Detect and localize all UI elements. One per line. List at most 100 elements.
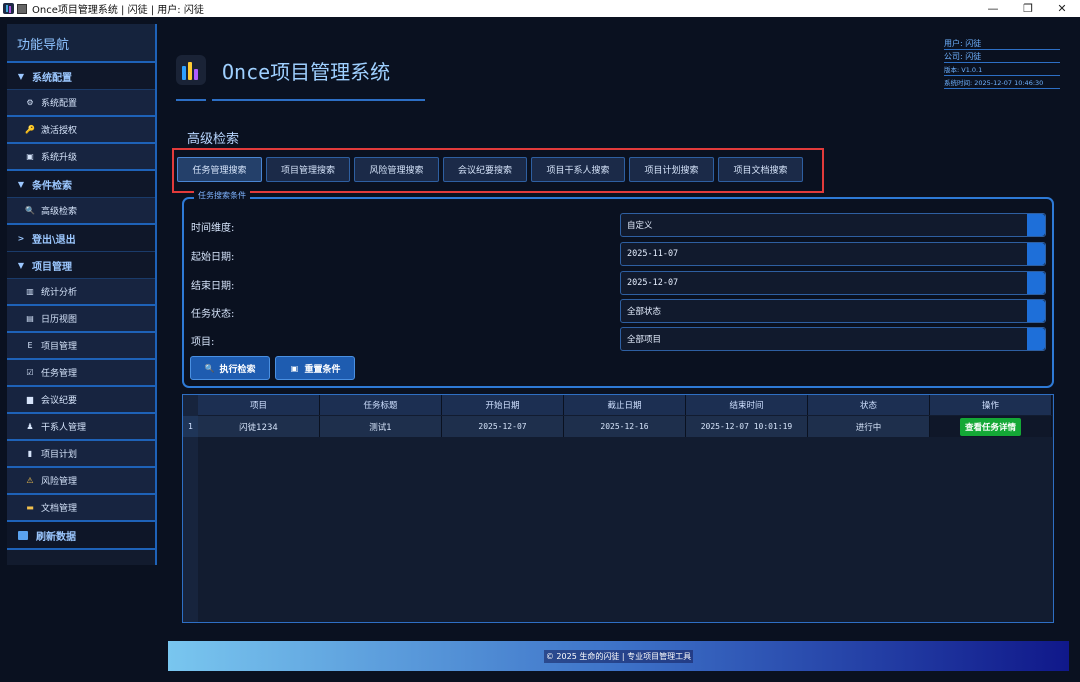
column-header-due-date[interactable]: 截止日期: [564, 395, 686, 415]
cell-end-time: 2025-12-07 10:01:19: [686, 416, 808, 437]
maximize-button[interactable]: ❐: [1010, 0, 1046, 17]
time-dimension-select[interactable]: 自定义: [620, 213, 1046, 237]
column-header-action[interactable]: 操作: [930, 395, 1052, 415]
sidebar-item-label: 系统配置: [41, 99, 78, 109]
column-header-status[interactable]: 状态: [808, 395, 930, 415]
dropdown-arrow-icon[interactable]: [1027, 214, 1045, 236]
calendar-dropdown-icon[interactable]: [1027, 272, 1045, 294]
sidebar-item-activation[interactable]: 🔑 激活授权: [7, 117, 155, 144]
sidebar-item-label: 干系人管理: [41, 423, 87, 433]
sidebar-group-project-management[interactable]: ▼ 项目管理: [7, 252, 155, 279]
column-header-start-date[interactable]: 开始日期: [442, 395, 564, 415]
sidebar-item-projects[interactable]: Ε 项目管理: [7, 333, 155, 360]
section-title: 高级检索: [187, 132, 240, 147]
checkbox-icon: ☑: [26, 368, 34, 377]
sidebar-item-tasks[interactable]: ☑ 任务管理: [7, 360, 155, 387]
sidebar-header: 功能导航: [7, 24, 155, 63]
window-icon: [17, 3, 27, 14]
company-label: 公司: 闪徒: [944, 51, 1060, 63]
calendar-dropdown-icon[interactable]: [1027, 243, 1045, 265]
project-value: 全部项目: [627, 335, 662, 345]
table-header: 项目 任务标题 开始日期 截止日期 结束时间 状态 操作: [198, 395, 1052, 415]
user-label: 用户: 闪徒: [944, 38, 1060, 50]
chevron-right-icon: >: [17, 233, 25, 243]
view-task-detail-button[interactable]: 查看任务详情: [959, 417, 1021, 436]
upgrade-icon: ▣: [26, 152, 34, 161]
project-label: 项目:: [191, 337, 215, 348]
start-date-label: 起始日期:: [191, 252, 235, 263]
cell-status: 进行中: [808, 416, 930, 437]
sidebar-item-stakeholders[interactable]: ♟ 干系人管理: [7, 414, 155, 441]
app-logo: [176, 55, 206, 85]
sidebar-item-label: 激活授权: [41, 126, 78, 136]
sidebar-item-label: 会议纪要: [41, 396, 78, 406]
end-date-field[interactable]: 2025-12-07: [620, 271, 1046, 295]
column-header-end-time[interactable]: 结束时间: [686, 395, 808, 415]
page-title: Once项目管理系统: [222, 60, 391, 84]
tab-project-search[interactable]: 项目管理搜索: [266, 157, 350, 182]
sidebar-group-conditional-search[interactable]: ▼ 条件检索: [7, 171, 155, 198]
minimize-button[interactable]: —: [975, 0, 1011, 17]
task-status-label: 任务状态:: [191, 309, 235, 320]
search-icon: 🔍: [204, 363, 215, 373]
warning-icon: ⚠: [26, 476, 34, 485]
sidebar-item-calendar[interactable]: ▤ 日历视图: [7, 306, 155, 333]
tab-task-search[interactable]: 任务管理搜索: [177, 157, 262, 182]
execute-search-button[interactable]: 🔍 执行检索: [190, 356, 270, 380]
sidebar-item-label: 项目管理: [41, 342, 78, 352]
sidebar-group-label: 系统配置: [32, 72, 72, 84]
sidebar-group-logout[interactable]: > 登出\退出: [7, 225, 155, 252]
tab-plan-search[interactable]: 项目计划搜索: [629, 157, 714, 182]
reset-icon: ▣: [290, 363, 299, 373]
execute-search-label: 执行检索: [219, 364, 256, 375]
dropdown-arrow-icon[interactable]: [1027, 328, 1045, 350]
window-title: Once项目管理系统 | 闪徒 | 用户: 闪徒: [32, 5, 204, 16]
tab-document-search[interactable]: 项目文档搜索: [718, 157, 803, 182]
sidebar-item-label: 文档管理: [41, 504, 78, 514]
refresh-icon: [18, 530, 28, 540]
document-icon: ▆: [26, 395, 34, 404]
refresh-label: 刷新数据: [36, 531, 76, 543]
sidebar-item-documents[interactable]: ▬ 文档管理: [7, 495, 155, 522]
cell-due-date: 2025-12-16: [564, 416, 686, 437]
time-dimension-value: 自定义: [627, 221, 653, 231]
table-row[interactable]: 闪徒1234 测试1 2025-12-07 2025-12-16 2025-12…: [198, 416, 1052, 437]
criteria-legend: 任务搜索条件: [194, 190, 250, 201]
sidebar-item-statistics[interactable]: ▥ 统计分析: [7, 279, 155, 306]
sidebar-item-system-config[interactable]: ⚙ 系统配置: [7, 90, 155, 117]
cell-action: 查看任务详情: [930, 416, 1052, 437]
tab-meeting-search[interactable]: 会议纪要搜索: [443, 157, 527, 182]
footer-text: © 2025 生命的闪徒 | 专业项目管理工具: [543, 649, 694, 663]
start-date-field[interactable]: 2025-11-07: [620, 242, 1046, 266]
clipboard-icon: ▮: [27, 449, 33, 458]
end-date-value: 2025-12-07: [627, 278, 679, 288]
sidebar-item-plans[interactable]: ▮ 项目计划: [7, 441, 155, 468]
sidebar-group-system-config[interactable]: ▼ 系统配置: [7, 63, 155, 90]
calendar-icon: ▤: [26, 314, 34, 323]
project-select[interactable]: 全部项目: [620, 327, 1046, 351]
sidebar-group-label: 登出\退出: [32, 234, 76, 246]
sidebar-item-label: 日历视图: [41, 315, 78, 325]
sidebar-item-meetings[interactable]: ▆ 会议纪要: [7, 387, 155, 414]
sidebar-item-advanced-search[interactable]: 🔍 高级检索: [7, 198, 155, 225]
sidebar-item-risks[interactable]: ⚠ 风险管理: [7, 468, 155, 495]
user-info-panel: 用户: 闪徒 公司: 闪徒 版本: V1.0.1 系统时间: 2025-12-0…: [944, 38, 1060, 90]
tab-risk-search[interactable]: 风险管理搜索: [354, 157, 439, 182]
close-button[interactable]: ✕: [1044, 0, 1080, 17]
sidebar-item-label: 高级检索: [41, 207, 78, 217]
tab-stakeholder-search[interactable]: 项目干系人搜索: [531, 157, 625, 182]
column-header-project[interactable]: 项目: [198, 395, 320, 415]
sidebar-item-upgrade[interactable]: ▣ 系统升级: [7, 144, 155, 171]
window-titlebar: Once项目管理系统 | 闪徒 | 用户: 闪徒: [0, 0, 1080, 17]
system-time-label: 系统时间: 2025-12-07 10:46:30: [944, 77, 1060, 89]
task-status-select[interactable]: 全部状态: [620, 299, 1046, 323]
start-date-value: 2025-11-07: [627, 249, 679, 259]
dropdown-arrow-icon[interactable]: [1027, 300, 1045, 322]
task-status-value: 全部状态: [627, 307, 662, 317]
sidebar-item-label: 统计分析: [41, 288, 78, 298]
key-icon: 🔑: [25, 125, 35, 134]
cell-project: 闪徒1234: [198, 416, 320, 437]
column-header-task-title[interactable]: 任务标题: [320, 395, 442, 415]
refresh-data-button[interactable]: 刷新数据: [7, 522, 155, 550]
reset-criteria-button[interactable]: ▣ 重置条件: [275, 356, 355, 380]
